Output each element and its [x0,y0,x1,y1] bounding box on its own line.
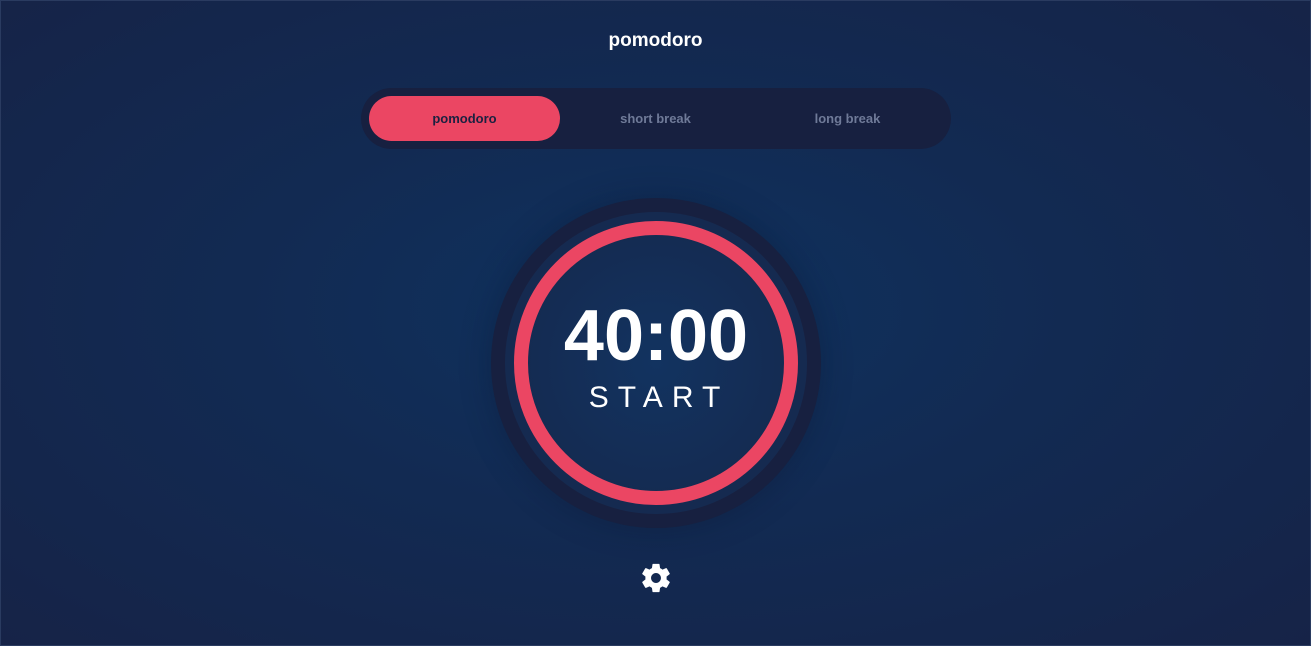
tab-short-break[interactable]: short break [560,96,751,141]
tab-pomodoro[interactable]: pomodoro [369,96,560,141]
mode-switcher: pomodoro short break long break [361,88,951,149]
tab-long-break[interactable]: long break [752,96,943,141]
timer-dial[interactable]: 40:00 START [491,198,821,528]
app-title: pomodoro [608,30,703,51]
start-button[interactable]: START [491,380,821,416]
time-display: 40:00 [563,296,749,376]
gear-icon [642,563,670,593]
settings-button[interactable] [639,561,673,595]
